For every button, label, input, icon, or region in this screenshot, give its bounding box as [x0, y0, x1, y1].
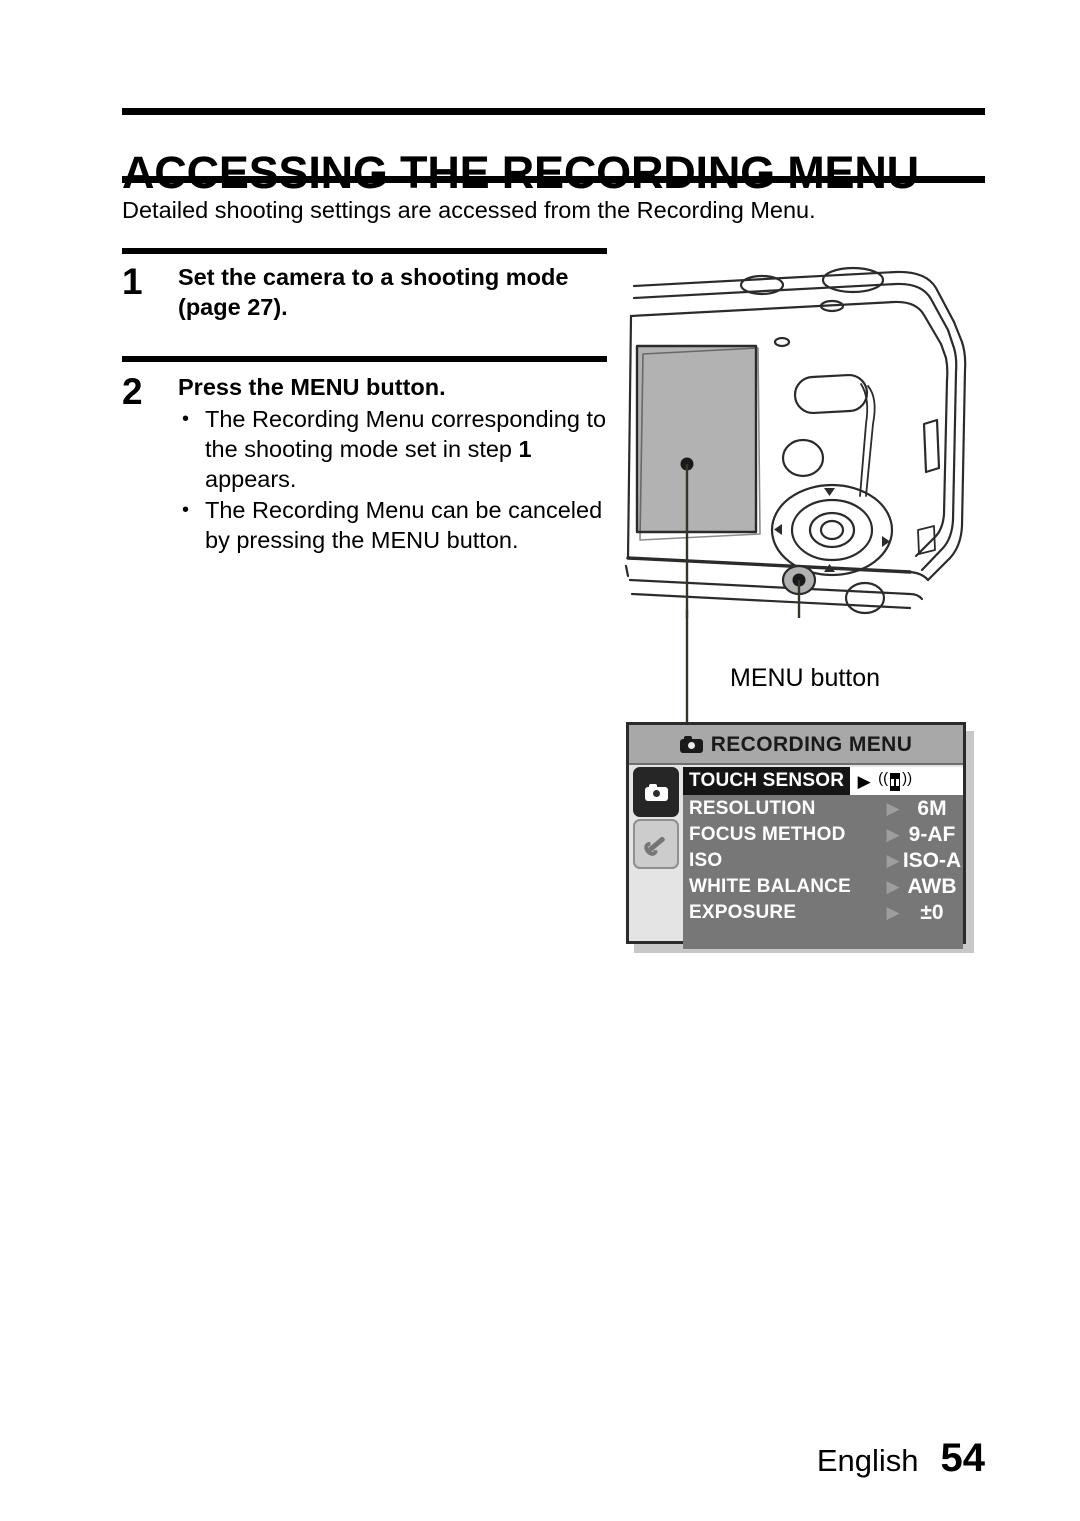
touch-sensor-icon: (( )): [878, 769, 912, 793]
footer-page-number: 54: [940, 1436, 986, 1480]
step-2-bullets: • The Recording Menu corresponding to the…: [178, 404, 618, 555]
title-rule-bottom: [122, 176, 985, 183]
step-1-heading: Set the camera to a shooting mode (page …: [178, 264, 569, 320]
chevron-right-icon: ▶: [886, 876, 900, 896]
step-1-rule: [122, 248, 607, 254]
osd-row-label: RESOLUTION: [689, 797, 816, 819]
camera-rear-illustration: [610, 258, 980, 668]
osd-row-iso[interactable]: ISO ▶ ISO-A: [683, 847, 963, 873]
bullet-dot: •: [182, 499, 190, 521]
osd-row-touch-sensor[interactable]: TOUCH SENSOR ▶ (( )): [683, 767, 963, 795]
chevron-right-icon: ▶: [886, 902, 900, 922]
osd-tab-recording[interactable]: [633, 767, 679, 817]
chevron-right-icon: ▶: [886, 798, 900, 818]
list-item: • The Recording Menu can be canceled by p…: [178, 495, 618, 555]
osd-row-exposure[interactable]: EXPOSURE ▶ ±0: [683, 899, 963, 925]
menu-button-callout-label: MENU button: [730, 664, 881, 692]
step-1-body: Set the camera to a shooting mode (page …: [178, 262, 618, 322]
osd-row-label: FOCUS METHOD: [689, 823, 846, 845]
step-2-number: 2: [122, 371, 143, 412]
step-2-body: Press the MENU button. • The Recording Me…: [178, 372, 618, 555]
title-rule-top: [122, 108, 985, 115]
list-item: • The Recording Menu corresponding to the…: [178, 404, 618, 494]
wrench-icon: [639, 827, 673, 861]
osd-row-resolution[interactable]: RESOLUTION ▶ 6M: [683, 795, 963, 821]
recording-menu-panel: RECORDING MENU TOUCH SENSOR ▶ (()) RESO…: [626, 722, 966, 949]
osd-row-label: ISO: [689, 849, 723, 871]
osd-row-value: ISO-A: [902, 848, 962, 872]
bullet-text-part1: The Recording Menu corresponding to the …: [205, 406, 607, 462]
bullet-text-part2: appears.: [205, 466, 297, 492]
bullet-dot: •: [182, 408, 190, 430]
osd-row-label: TOUCH SENSOR: [683, 767, 851, 795]
osd-row-label: EXPOSURE: [689, 901, 797, 923]
chevron-right-icon: ▶: [886, 824, 900, 844]
osd-header: RECORDING MENU: [629, 725, 963, 765]
osd-row-focus-method[interactable]: FOCUS METHOD ▶ 9-AF: [683, 821, 963, 847]
page-footer: English 54: [0, 1438, 985, 1479]
document-page: ACCESSING THE RECORDING MENU Detailed sh…: [0, 0, 1080, 1521]
chevron-right-icon: ▶: [857, 771, 871, 791]
osd-row-white-balance[interactable]: WHITE BALANCE ▶ AWB: [683, 873, 963, 899]
osd-header-title: RECORDING MENU: [710, 732, 913, 756]
bullet-text-part1: The Recording Menu can be canceled by pr…: [205, 497, 603, 553]
bullet-text-emphasis: 1: [518, 436, 532, 462]
step-2-heading: Press the MENU button.: [178, 374, 446, 400]
footer-language: English: [816, 1443, 919, 1478]
osd-row-value: 9-AF: [908, 822, 956, 846]
osd-row-value: AWB: [907, 874, 957, 898]
osd-row-value: 6M: [917, 796, 947, 820]
camera-icon: [679, 735, 703, 753]
intro-paragraph: Detailed shooting settings are accessed …: [122, 197, 816, 223]
step-2-rule: [122, 356, 607, 362]
osd-menu-list: TOUCH SENSOR ▶ (( )) RESOLUTION ▶ 6M FOC…: [683, 767, 963, 949]
chevron-right-icon: ▶: [886, 850, 900, 870]
osd-row-label: WHITE BALANCE: [689, 875, 851, 897]
step-1-number: 1: [122, 261, 143, 302]
osd-tab-setup[interactable]: [633, 819, 679, 869]
osd-tab-sidebar: [633, 767, 681, 941]
osd-row-value-area: ▶ (( )): [850, 767, 963, 795]
osd-row-value: ±0: [920, 900, 944, 924]
camera-icon: [644, 783, 668, 801]
